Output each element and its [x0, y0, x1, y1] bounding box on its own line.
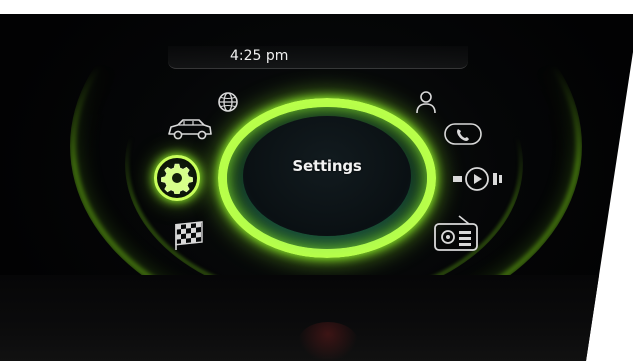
- selected-menu-label: Settings: [292, 157, 362, 175]
- media-icon[interactable]: [451, 164, 505, 194]
- status-bar: [168, 46, 468, 69]
- phone-icon[interactable]: [443, 121, 483, 147]
- gear-icon[interactable]: [161, 162, 193, 194]
- person-icon[interactable]: [414, 89, 438, 115]
- center-dial-face: [243, 116, 411, 236]
- clock-time: 4:25 pm: [230, 48, 289, 64]
- globe-icon[interactable]: [217, 91, 239, 113]
- car-icon[interactable]: [166, 116, 214, 142]
- checkered-flag-icon[interactable]: [173, 221, 207, 251]
- radio-icon[interactable]: [431, 214, 481, 254]
- infotainment-screen: 4:25 pm Settings: [0, 14, 633, 361]
- control-knob: [298, 322, 358, 361]
